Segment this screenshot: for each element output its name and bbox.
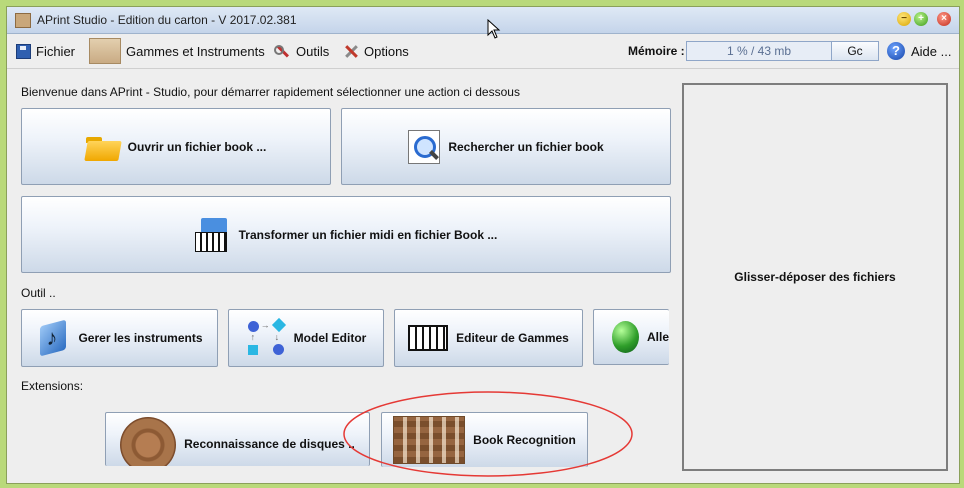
help-icon: ? [887,42,905,60]
menu-gammes-label: Gammes et Instruments [126,43,265,59]
memory-label: Mémoire : [628,44,685,58]
window-title: APrint Studio - Edition du carton - V 20… [37,13,297,27]
tools-header: Outil .. [21,286,56,300]
instrument-icon [36,321,70,355]
extensions-header: Extensions: [21,379,84,393]
maximize-button[interactable]: + [914,12,928,26]
menu-outils[interactable]: Outils [273,34,329,68]
search-book-label: Rechercher un fichier book [448,139,604,154]
app-window: APrint Studio - Edition du carton - V 20… [6,6,960,484]
disc-recognition-button[interactable]: Reconnaissance de disques .. [105,412,370,466]
app-icon [15,13,31,28]
partial-tool-label: Alle [646,330,669,344]
menu-options[interactable]: Options [343,34,409,68]
search-book-button[interactable]: Rechercher un fichier book [341,108,671,185]
menu-outils-label: Outils [296,43,330,59]
manage-instruments-label: Gerer les instruments [78,331,203,345]
mouse-cursor-icon [487,19,501,39]
partial-tool-button[interactable]: Alle [593,309,669,365]
options-icon [343,43,359,59]
menu-bar: Fichier Gammes et Instruments Outils Opt… [7,34,959,69]
manage-instruments-button[interactable]: Gerer les instruments [21,309,218,367]
gc-button[interactable]: Gc [831,41,879,61]
disc-recognition-label: Reconnaissance de disques .. [184,437,355,451]
open-book-button[interactable]: Ouvrir un fichier book ... [21,108,331,185]
file-drop-zone[interactable]: Glisser-déposer des fichiers [682,83,948,471]
welcome-text: Bienvenue dans APrint - Studio, pour dém… [21,85,520,99]
title-bar[interactable]: APrint Studio - Edition du carton - V 20… [7,7,959,34]
memory-usage-field: 1 % / 43 mb [686,41,832,61]
help-label: Aide ... [911,43,952,59]
book-recognition-button[interactable]: Book Recognition [381,412,588,467]
folder-icon [85,133,120,161]
book-scan-icon [393,416,466,464]
midi-file-icon [194,217,231,252]
drop-zone-label: Glisser-déposer des fichiers [734,270,896,284]
piano-icon [408,325,449,351]
search-file-icon [408,129,441,164]
menu-options-label: Options [364,43,409,59]
menu-fichier[interactable]: Fichier [16,34,75,68]
gammes-icon [89,38,121,64]
midi-to-book-label: Transformer un fichier midi en fichier B… [238,227,498,242]
globe-icon [612,321,639,353]
menu-gammes-instruments[interactable]: Gammes et Instruments [89,34,265,68]
open-book-label: Ouvrir un fichier book ... [127,139,267,154]
book-recognition-label: Book Recognition [473,433,576,447]
scale-editor-label: Editeur de Gammes [456,331,569,345]
menu-fichier-label: Fichier [36,43,76,59]
midi-to-book-button[interactable]: Transformer un fichier midi en fichier B… [21,196,671,273]
scale-editor-button[interactable]: Editeur de Gammes [394,309,583,367]
model-editor-label: Model Editor [293,331,367,345]
close-button[interactable]: × [937,12,951,26]
model-editor-icon: → ↑ ↓ [246,317,286,357]
save-icon [16,43,31,59]
minimize-button[interactable]: − [897,12,911,26]
disc-icon [120,417,177,466]
help-menu[interactable]: ? Aide ... [887,34,951,68]
model-editor-button[interactable]: → ↑ ↓ Model Editor [228,309,384,367]
tools-icon [273,42,291,60]
